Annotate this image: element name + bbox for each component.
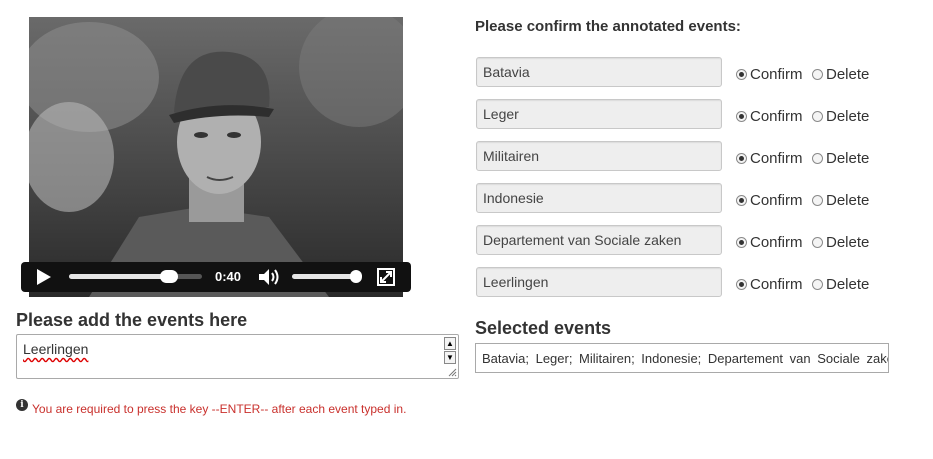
confirm-radio[interactable]: Confirm (736, 192, 803, 209)
event-row: Indonesie Confirm Delete (476, 183, 896, 213)
delete-radio[interactable]: Delete (812, 66, 869, 83)
progress-fill (69, 274, 169, 279)
confirm-radio[interactable]: Confirm (736, 234, 803, 251)
resize-handle-icon[interactable] (447, 367, 457, 377)
radio-checked-icon[interactable] (736, 237, 747, 248)
enter-warning: i You are required to press the key --ENT… (16, 399, 406, 416)
event-row: Militairen Confirm Delete (476, 141, 896, 171)
event-field[interactable]: Militairen (476, 141, 722, 171)
delete-radio[interactable]: Delete (812, 276, 869, 293)
video-controls: 0:40 (21, 262, 411, 292)
event-field[interactable]: Batavia (476, 57, 722, 87)
confirm-title: Please confirm the annotated events: (475, 18, 741, 35)
fullscreen-icon[interactable] (377, 268, 395, 286)
add-events-title: Please add the events here (16, 310, 248, 330)
radio-unchecked-icon[interactable] (812, 111, 823, 122)
time-readout: 0:40 (215, 269, 242, 284)
event-row: Departement van Sociale zaken Confirm De… (476, 225, 896, 255)
radio-unchecked-icon[interactable] (812, 237, 823, 248)
scroll-down-icon[interactable]: ▼ (444, 351, 456, 364)
radio-unchecked-icon[interactable] (812, 153, 823, 164)
progress-bar[interactable] (69, 270, 202, 283)
radio-checked-icon[interactable] (736, 69, 747, 80)
radio-checked-icon[interactable] (736, 279, 747, 290)
video-frame (29, 17, 403, 297)
delete-radio[interactable]: Delete (812, 150, 869, 167)
progress-handle[interactable] (159, 270, 178, 283)
event-field[interactable]: Leerlingen (476, 267, 722, 297)
confirm-radio[interactable]: Confirm (736, 66, 803, 83)
radio-unchecked-icon[interactable] (812, 69, 823, 80)
event-row: Batavia Confirm Delete (476, 57, 896, 87)
selected-events-title: Selected events (475, 318, 612, 338)
confirm-radio[interactable]: Confirm (736, 150, 803, 167)
event-input-value: Leerlingen (23, 341, 89, 357)
warning-text: You are required to press the key --ENTE… (32, 402, 407, 416)
event-row: Leerlingen Confirm Delete (476, 267, 896, 297)
scroll-up-icon[interactable]: ▲ (444, 337, 456, 350)
radio-checked-icon[interactable] (736, 153, 747, 164)
delete-radio[interactable]: Delete (812, 192, 869, 209)
radio-checked-icon[interactable] (736, 195, 747, 206)
radio-unchecked-icon[interactable] (812, 279, 823, 290)
volume-fill (292, 274, 356, 279)
volume-slider[interactable] (292, 270, 362, 283)
scroll-arrows[interactable]: ▲ ▼ (444, 337, 456, 365)
volume-icon[interactable] (257, 268, 281, 286)
play-icon[interactable] (37, 269, 51, 285)
selected-events-field[interactable]: Batavia; Leger; Militairen; Indonesie; D… (475, 343, 889, 373)
event-field[interactable]: Indonesie (476, 183, 722, 213)
radio-unchecked-icon[interactable] (812, 195, 823, 206)
event-input[interactable]: Leerlingen ▲ ▼ (16, 334, 459, 379)
confirm-radio[interactable]: Confirm (736, 108, 803, 125)
radio-checked-icon[interactable] (736, 111, 747, 122)
info-icon: i (16, 399, 28, 411)
event-field[interactable]: Departement van Sociale zaken (476, 225, 722, 255)
event-row: Leger Confirm Delete (476, 99, 896, 129)
event-field[interactable]: Leger (476, 99, 722, 129)
delete-radio[interactable]: Delete (812, 234, 869, 251)
delete-radio[interactable]: Delete (812, 108, 869, 125)
confirm-radio[interactable]: Confirm (736, 276, 803, 293)
volume-handle[interactable] (349, 270, 362, 283)
video-player[interactable] (29, 17, 403, 297)
